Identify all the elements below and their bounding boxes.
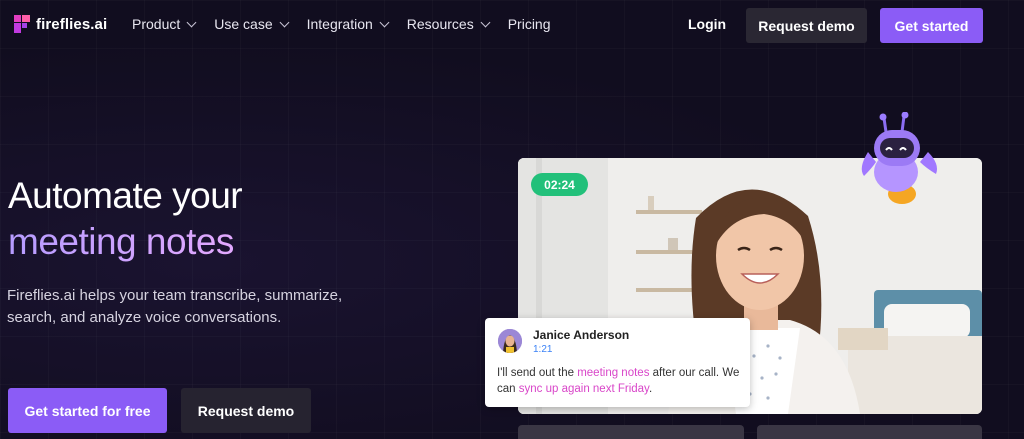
login-link[interactable]: Login xyxy=(688,16,726,32)
chevron-down-icon xyxy=(279,17,290,27)
menu-item-label: Resources xyxy=(406,16,474,32)
recording-timer-badge: 02:24 xyxy=(531,173,588,196)
menu-item-label: Integration xyxy=(306,16,373,32)
brand-logo[interactable]: fireflies.ai xyxy=(14,15,107,33)
menu-item-pricing[interactable]: Pricing xyxy=(508,16,551,32)
transcript-highlight: sync up again next Friday xyxy=(518,383,649,395)
fred-robot-mascot-icon xyxy=(861,112,937,204)
chevron-down-icon xyxy=(186,17,197,27)
top-navbar: fireflies.ai Product Use case Integratio… xyxy=(0,0,1024,50)
avatar xyxy=(498,329,522,353)
menu-item-label: Use case xyxy=(214,16,273,32)
hero-title: Automate your xyxy=(8,175,243,216)
speaker-timestamp[interactable]: 1:21 xyxy=(533,344,552,355)
menu-item-integration[interactable]: Integration xyxy=(306,16,390,32)
hero-title-accent: meeting notes xyxy=(8,219,234,265)
transcript-highlight: meeting notes xyxy=(577,367,650,379)
speaker-name: Janice Anderson xyxy=(533,328,630,342)
transcript-text-part: . xyxy=(648,383,653,395)
menu-item-label: Pricing xyxy=(507,16,551,32)
menu-item-product[interactable]: Product xyxy=(132,16,197,32)
transcript-chat-card: Janice Anderson 1:21 I'll send out the m… xyxy=(485,318,750,407)
menu-item-use-case[interactable]: Use case xyxy=(214,16,290,32)
video-thumbnail-strip-right xyxy=(757,425,982,439)
transcript-text-part: I'll send out the xyxy=(497,367,578,379)
chevron-down-icon xyxy=(480,17,491,27)
main-menu: Product Use case Integration Resources P… xyxy=(132,16,570,32)
request-demo-button[interactable]: Request demo xyxy=(746,8,867,43)
video-thumbnail-strip-left xyxy=(518,425,744,439)
brand-name: fireflies.ai xyxy=(36,15,108,33)
user-avatar-icon xyxy=(498,329,522,353)
chevron-down-icon xyxy=(379,17,390,27)
get-started-free-button[interactable]: Get started for free xyxy=(8,388,167,433)
menu-item-resources[interactable]: Resources xyxy=(406,16,491,32)
get-started-button[interactable]: Get started xyxy=(880,8,983,43)
transcript-text: I'll send out the meeting notes after ou… xyxy=(497,365,745,397)
hero-subtitle: Fireflies.ai helps your team transcribe,… xyxy=(7,287,343,326)
hero-request-demo-button[interactable]: Request demo xyxy=(181,388,311,433)
menu-item-label: Product xyxy=(132,16,181,32)
fireflies-logo-icon xyxy=(14,15,30,33)
